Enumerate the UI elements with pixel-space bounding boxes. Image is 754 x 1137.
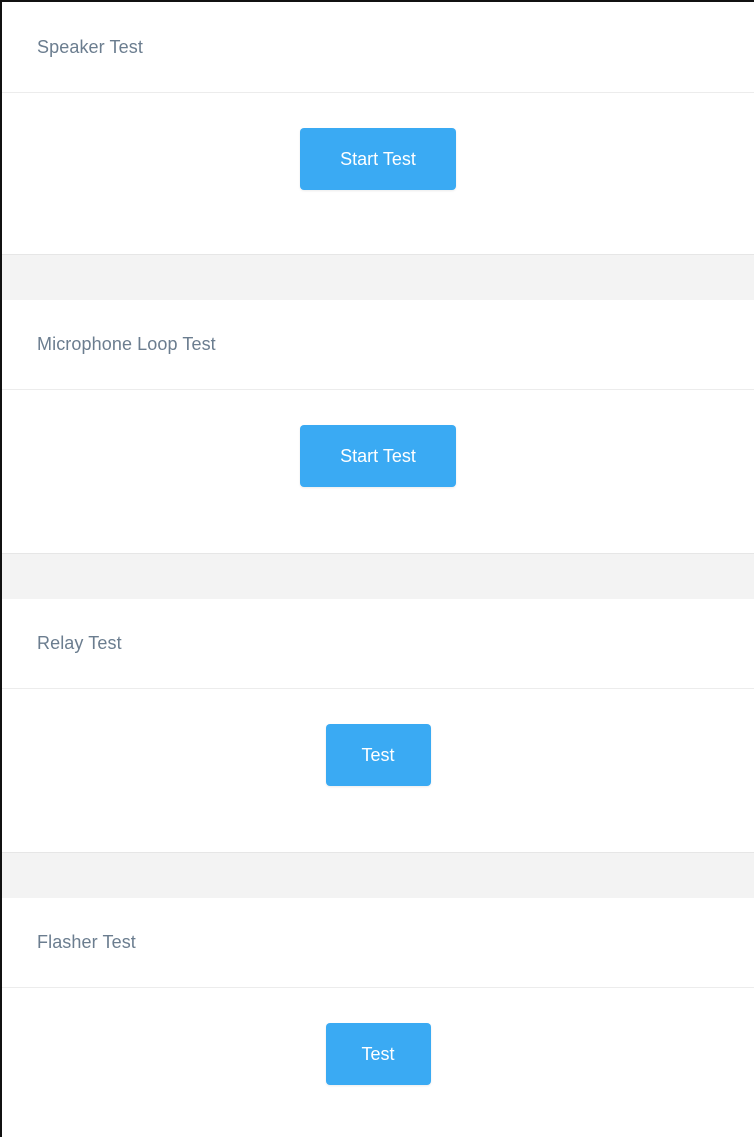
microphone-loop-test-header: Microphone Loop Test <box>2 300 754 390</box>
speaker-test-title: Speaker Test <box>37 36 143 57</box>
flasher-test-button[interactable]: Test <box>325 1023 431 1085</box>
relay-test-title: Relay Test <box>37 633 122 653</box>
speaker-start-test-button[interactable]: Start Test <box>300 128 456 190</box>
microphone-loop-test-body: Start Test <box>2 390 754 553</box>
flasher-test-card: Flasher Test Test <box>2 898 754 1137</box>
speaker-test-card: Speaker Test Start Test <box>2 2 754 254</box>
microphone-start-test-button[interactable]: Start Test <box>300 425 456 487</box>
microphone-loop-test-title: Microphone Loop Test <box>37 334 216 354</box>
relay-test-button[interactable]: Test <box>325 724 431 786</box>
section-divider <box>2 553 754 599</box>
relay-test-body: Test <box>2 689 754 852</box>
flasher-test-header: Flasher Test <box>2 898 754 988</box>
microphone-loop-test-card: Microphone Loop Test Start Test <box>2 300 754 553</box>
section-divider <box>2 852 754 898</box>
section-divider <box>2 254 754 300</box>
speaker-test-header: Speaker Test <box>2 2 754 93</box>
test-panel: Speaker Test Start Test Microphone Loop … <box>0 0 754 1137</box>
speaker-test-body: Start Test <box>2 93 754 254</box>
relay-test-card: Relay Test Test <box>2 599 754 852</box>
relay-test-header: Relay Test <box>2 599 754 689</box>
flasher-test-body: Test <box>2 988 754 1137</box>
flasher-test-title: Flasher Test <box>37 932 136 952</box>
